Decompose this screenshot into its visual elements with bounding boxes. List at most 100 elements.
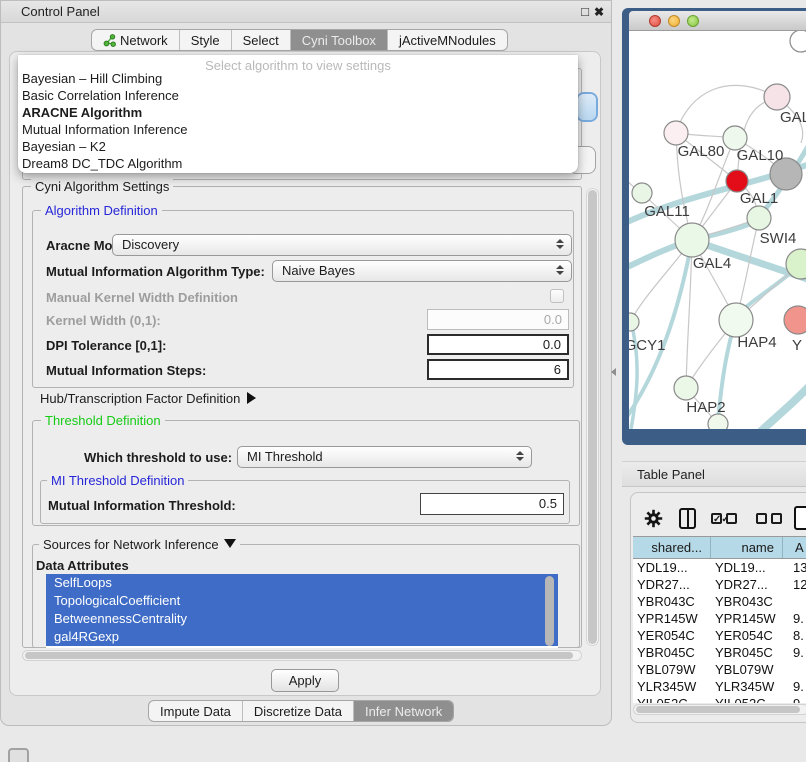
export-table-button[interactable]	[794, 506, 806, 530]
node-gal11[interactable]	[632, 183, 652, 203]
mi-steps-field[interactable]: 6	[427, 359, 569, 380]
node-gcy1[interactable]	[629, 313, 639, 331]
group-title: Threshold Definition	[41, 413, 165, 428]
cyni-bottom-tabbar: Impute Data Discretize Data Infer Networ…	[148, 700, 454, 722]
list-item[interactable]: TopologicalCoefficient	[46, 592, 558, 610]
settings-horizontal-scrollbar[interactable]	[22, 650, 582, 661]
minimize-traffic-light-icon[interactable]	[668, 15, 680, 27]
node-gal1[interactable]	[747, 206, 771, 230]
split-pane-collapse-icon[interactable]	[611, 368, 616, 376]
node-label: HAP4	[737, 334, 776, 351]
tab-label: jActiveMNodules	[399, 30, 496, 51]
dropdown-item[interactable]: Basic Correlation Inference	[18, 87, 578, 104]
tab-label: Impute Data	[160, 701, 231, 722]
tab-jactivemnodules[interactable]: jActiveMNodules	[387, 30, 507, 50]
tab-style[interactable]: Style	[179, 30, 231, 50]
tab-label: Infer Network	[365, 701, 442, 722]
list-item[interactable]: BetweennessCentrality	[46, 610, 558, 628]
node-bottom[interactable]	[708, 414, 728, 429]
tab-label: Select	[243, 30, 279, 51]
column-header-name[interactable]: name	[711, 537, 783, 558]
select-all-checkbox-icon[interactable]	[726, 513, 737, 524]
table-settings-button[interactable]	[644, 509, 663, 531]
node-label: GAL4	[693, 255, 731, 272]
table-row[interactable]: YPR145WYPR145W9.	[633, 610, 806, 627]
node-hap2[interactable]	[674, 376, 698, 400]
which-threshold-combo[interactable]: MI Threshold	[237, 446, 532, 468]
table-row[interactable]: YBR045CYBR045C9.	[633, 644, 806, 661]
tab-label: Discretize Data	[254, 701, 342, 722]
node-partial-top[interactable]	[790, 31, 806, 52]
mi-steps-label: Mutual Information Steps:	[46, 363, 206, 378]
tab-network[interactable]: Network	[92, 30, 179, 50]
mi-threshold-field[interactable]: 0.5	[420, 493, 564, 515]
float-window-icon[interactable]: □	[581, 1, 589, 23]
node-label: SWI4	[760, 230, 797, 247]
node-label: GAL10	[737, 147, 784, 164]
table-row[interactable]: YDL19...YDL19...13	[633, 559, 806, 576]
dropdown-item[interactable]: Mutual Information Inference	[18, 121, 578, 138]
list-item[interactable]: SelfLoops	[46, 574, 558, 592]
table-row[interactable]: YBL079WYBL079W	[633, 661, 806, 678]
tab-cyni-toolbox[interactable]: Cyni Toolbox	[290, 30, 387, 50]
list-item[interactable]: gal4RGexp	[46, 628, 558, 646]
combo-arrows-icon	[556, 239, 564, 249]
aracne-mode-combo[interactable]: Discovery	[112, 234, 572, 256]
node-gal-top[interactable]	[764, 84, 790, 110]
tab-label: Network	[120, 30, 168, 51]
sources-expander[interactable]: Sources for Network Inference	[39, 537, 240, 552]
apply-button[interactable]: Apply	[271, 669, 339, 692]
node-label: HAP2	[686, 399, 725, 416]
dropdown-item-selected[interactable]: ARACNE Algorithm	[18, 104, 578, 121]
node-salmon[interactable]	[784, 306, 806, 334]
column-header-shared-name[interactable]: shared...	[633, 537, 711, 558]
table-row[interactable]: YER054CYER054C8.	[633, 627, 806, 644]
tab-impute-data[interactable]: Impute Data	[149, 701, 242, 721]
combo-arrows-icon	[556, 265, 564, 275]
zoom-traffic-light-icon[interactable]	[687, 15, 699, 27]
node-gal80[interactable]	[664, 121, 688, 145]
table-panel-title: Table Panel	[637, 462, 705, 488]
deselect-all-checkbox-icon[interactable]	[756, 513, 767, 524]
node-label: Y	[792, 337, 802, 354]
node-hap4[interactable]	[719, 303, 753, 337]
table-row[interactable]: YBR043CYBR043C	[633, 593, 806, 610]
table-panel: ✓✓ shared... name A YDL19...YDL19...13 Y…	[630, 492, 806, 723]
settings-vertical-scrollbar[interactable]	[586, 188, 599, 646]
show-columns-button[interactable]	[679, 508, 696, 529]
close-icon[interactable]: ✖	[594, 1, 604, 23]
table-row[interactable]: YIL052CYIL052C9	[633, 695, 806, 703]
dropdown-item[interactable]: Bayesian – K2	[18, 138, 578, 155]
algorithm-combo-focused-fragment[interactable]	[578, 94, 596, 120]
data-attributes-label: Data Attributes	[36, 558, 129, 573]
list-scrollbar[interactable]	[545, 576, 554, 646]
tab-infer-network[interactable]: Infer Network	[353, 701, 453, 721]
select-all-checkbox-icon[interactable]: ✓✓	[711, 513, 722, 524]
table-row[interactable]: YLR345WYLR345W9.	[633, 678, 806, 695]
tab-select[interactable]: Select	[231, 30, 290, 50]
dropdown-placeholder: Select algorithm to view settings	[18, 55, 578, 70]
network-canvas[interactable]: GAL GAL80 GAL10 GAL1 GAL11 GAL4 SWI4 GCY…	[629, 31, 806, 429]
minimized-panel-icon[interactable]	[8, 748, 29, 762]
tab-label: Style	[191, 30, 220, 51]
data-attributes-list[interactable]: SelfLoops TopologicalCoefficient Between…	[46, 574, 558, 648]
control-panel-tabbar: Network Style Select Cyni Toolbox jActiv…	[91, 29, 508, 51]
manual-kernel-label: Manual Kernel Width Definition	[46, 290, 238, 305]
close-traffic-light-icon[interactable]	[649, 15, 661, 27]
deselect-all-checkbox-icon[interactable]	[771, 513, 782, 524]
dropdown-item[interactable]: Dream8 DC_TDC Algorithm	[18, 155, 578, 172]
combo-arrows-icon	[516, 451, 524, 461]
mi-type-label: Mutual Information Algorithm Type:	[46, 264, 265, 279]
column-header-partial[interactable]: A	[783, 537, 806, 558]
table-horizontal-scrollbar[interactable]	[633, 704, 806, 715]
manual-kernel-checkbox[interactable]	[550, 289, 564, 303]
mi-type-combo[interactable]: Naive Bayes	[272, 260, 572, 282]
kernel-width-field[interactable]: 0.0	[427, 309, 569, 330]
hub-definition-expander[interactable]: Hub/Transcription Factor Definition	[40, 391, 256, 406]
node-gal4[interactable]	[675, 223, 709, 257]
dpi-tolerance-field[interactable]: 0.0	[427, 334, 569, 355]
table-row[interactable]: YDR27...YDR27...12	[633, 576, 806, 593]
node-red-selected[interactable]	[726, 170, 748, 192]
node-label: GAL	[780, 109, 806, 126]
tab-discretize-data[interactable]: Discretize Data	[242, 701, 353, 721]
